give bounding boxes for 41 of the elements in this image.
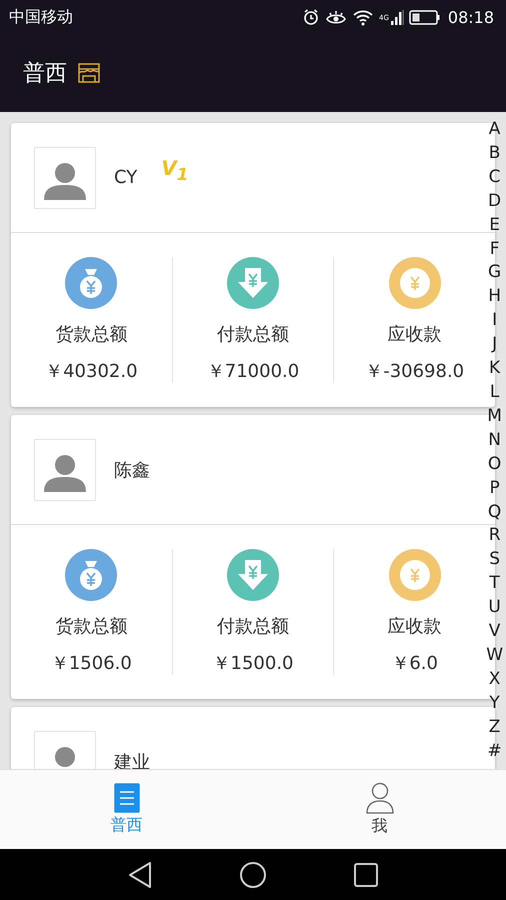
index-letter[interactable]: J bbox=[492, 333, 498, 358]
carrier-label: 中国移动 bbox=[9, 6, 73, 28]
stat-value: ￥6.0 bbox=[391, 652, 438, 675]
tab[interactable]: 我 bbox=[253, 770, 506, 849]
person-icon bbox=[364, 782, 394, 814]
stat-label: 货款总额 bbox=[55, 323, 128, 346]
alarm-icon bbox=[302, 8, 320, 26]
bag-icon bbox=[65, 549, 118, 601]
app-title: 普西 bbox=[23, 60, 67, 88]
wifi-icon bbox=[352, 8, 374, 26]
stat-value: ￥-30698.0 bbox=[365, 360, 464, 383]
avatar-icon bbox=[34, 438, 96, 500]
home-icon[interactable] bbox=[239, 860, 267, 888]
list-icon bbox=[114, 783, 140, 813]
contact-name: 陈鑫 bbox=[114, 458, 150, 482]
bag-icon bbox=[65, 257, 118, 309]
coin-icon bbox=[388, 257, 441, 309]
avatar-icon bbox=[34, 146, 96, 208]
stat-label: 货款总额 bbox=[55, 615, 128, 638]
clock-time: 08:18 bbox=[448, 8, 494, 26]
down-icon bbox=[227, 549, 279, 601]
stat-value: ￥40302.0 bbox=[45, 360, 138, 383]
shop-icon[interactable] bbox=[77, 61, 101, 85]
stat-label: 应收款 bbox=[388, 323, 442, 346]
battery-icon bbox=[408, 8, 441, 26]
down-icon bbox=[227, 257, 279, 309]
stat-value: ￥1506.0 bbox=[50, 652, 132, 675]
contact-name: 建业 bbox=[114, 750, 150, 769]
vip-level-label: V$_{1}$ bbox=[161, 156, 188, 184]
back-icon[interactable] bbox=[127, 860, 153, 888]
contact-name: CY bbox=[114, 167, 138, 188]
stat-label: 付款总额 bbox=[217, 323, 289, 346]
stat-label: 付款总额 bbox=[217, 615, 289, 638]
stat-label: 应收款 bbox=[388, 615, 442, 638]
index-letter[interactable]: I bbox=[492, 309, 498, 334]
stat-value: ￥1500.0 bbox=[212, 652, 294, 675]
coin-icon bbox=[388, 549, 441, 601]
recents-icon[interactable] bbox=[353, 862, 379, 888]
stat-value: ￥71000.0 bbox=[206, 360, 300, 383]
signal-icon bbox=[390, 8, 404, 26]
eye-icon bbox=[325, 8, 347, 26]
